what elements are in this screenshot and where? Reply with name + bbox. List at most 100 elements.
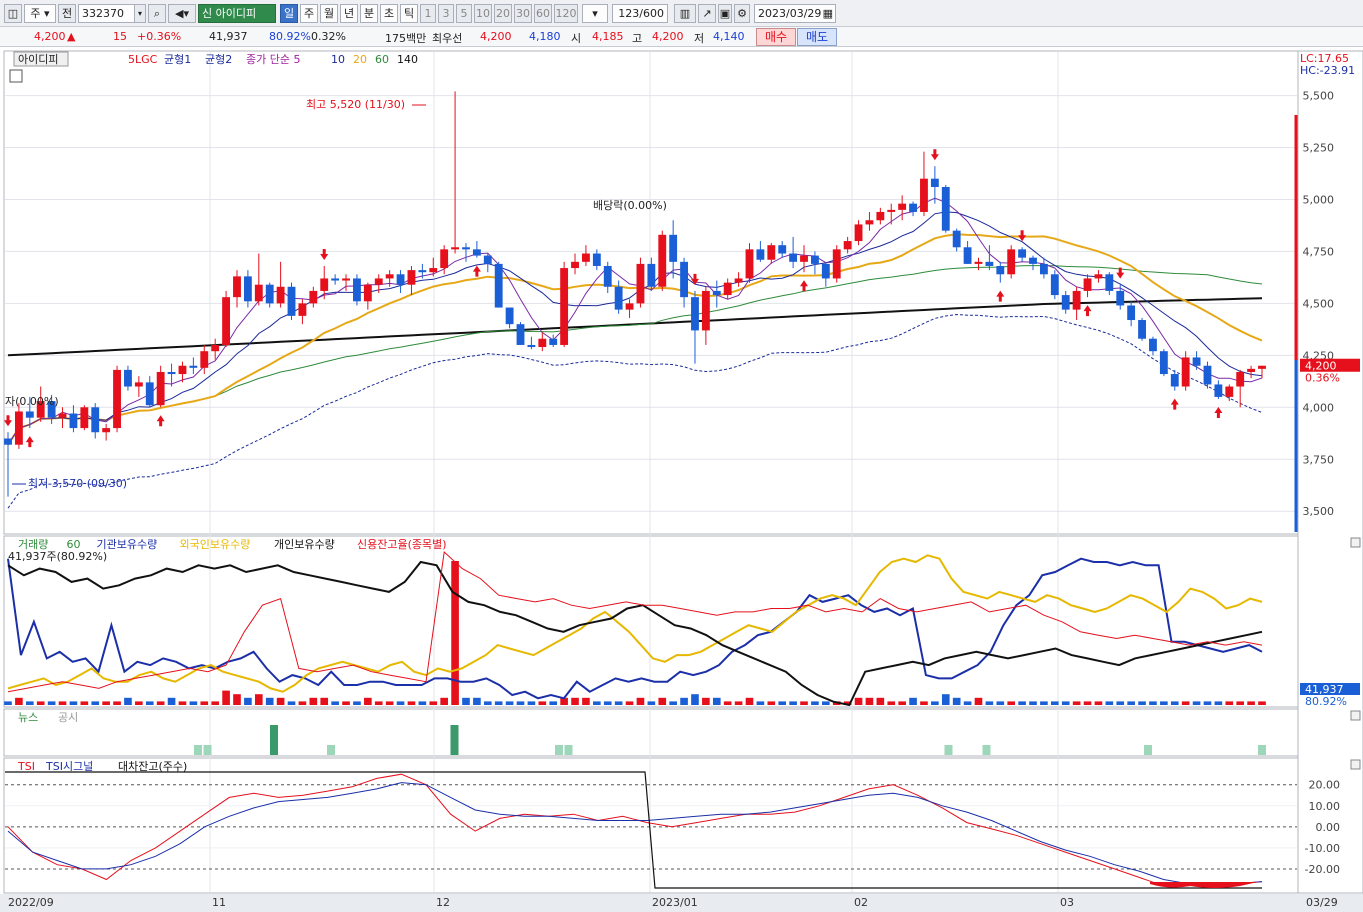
volume-bar — [102, 701, 110, 705]
period-day[interactable]: 일 — [280, 4, 298, 23]
minute-120[interactable]: 120 — [554, 4, 578, 23]
candle-down — [1138, 320, 1146, 339]
count-input[interactable]: 123/600 — [612, 4, 668, 23]
volume-bar — [1247, 701, 1255, 705]
news-bar — [1144, 745, 1152, 755]
custom-period-select[interactable]: ▾ — [582, 4, 608, 23]
volume-bar — [778, 701, 787, 705]
volume-bar — [342, 701, 350, 705]
dividend-annotation: 배당락(0.00%) — [593, 199, 667, 212]
tsi-tick-label: 20.00 — [1309, 779, 1341, 792]
candle-up — [451, 247, 460, 250]
news-bar — [555, 745, 563, 755]
news-legend-item: 뉴스 — [18, 711, 38, 724]
tsi-legend-item: TSI시그널 — [45, 760, 93, 773]
candle-down — [189, 365, 198, 368]
minute-5[interactable]: 5 — [456, 4, 472, 23]
price-tick-label: 5,000 — [1303, 193, 1335, 206]
open-label: 시 — [571, 32, 582, 45]
volume-bar — [614, 701, 623, 705]
calendar-icon[interactable]: ▦ — [823, 5, 833, 22]
volume-bar — [47, 701, 56, 705]
volume-bar — [91, 701, 100, 705]
gear-icon[interactable]: ⚙ — [734, 4, 750, 23]
volume-bar — [996, 701, 1005, 705]
candle-down — [778, 245, 787, 254]
minute-1[interactable]: 1 — [420, 4, 436, 23]
minute-20[interactable]: 20 — [494, 4, 512, 23]
period-month[interactable]: 월 — [320, 4, 338, 23]
tsi-tick-label: -20.00 — [1305, 863, 1340, 876]
side-button[interactable]: 전 — [58, 4, 76, 23]
date-input[interactable]: 2023/03/29 ▦ — [754, 4, 836, 23]
volume-bar — [254, 694, 263, 705]
panel-close-icon[interactable] — [1350, 710, 1361, 721]
search-icon[interactable]: ⌕ — [148, 4, 166, 23]
speaker-icon[interactable]: ◀▾ — [168, 4, 196, 23]
minute-10[interactable]: 10 — [474, 4, 492, 23]
candle-up — [134, 382, 143, 387]
candle-down — [331, 278, 340, 281]
candle-up — [723, 282, 732, 296]
sell-button[interactable]: 매도 — [797, 28, 837, 46]
buy-button[interactable]: 매수 — [756, 28, 796, 46]
period-week[interactable]: 주 — [300, 4, 318, 23]
candle-down — [669, 234, 678, 262]
minute-60[interactable]: 60 — [534, 4, 552, 23]
candle-up — [429, 268, 438, 273]
period-minute[interactable]: 분 — [360, 4, 378, 23]
candle-down — [909, 203, 917, 212]
candle-down — [472, 249, 481, 256]
grid-toggle-icon[interactable] — [9, 69, 23, 83]
candle-up — [767, 245, 776, 260]
volume-bar — [1072, 701, 1081, 705]
x-axis-label: 02 — [854, 896, 868, 909]
high-annotation: 최고 5,520 (11/30) — [306, 98, 405, 111]
volume-legend-item: 외국인보유수량 — [180, 538, 251, 551]
low-annotation: 최저 3,570 (09/30) — [28, 477, 127, 490]
save-icon[interactable]: ▣ — [718, 4, 732, 23]
x-axis-label: 03/29 — [1306, 896, 1338, 909]
news-bar — [194, 745, 202, 755]
candle-down — [1159, 351, 1168, 375]
period-year[interactable]: 년 — [340, 4, 358, 23]
volume-bar — [1127, 701, 1135, 705]
candle-up — [920, 178, 928, 212]
news-bar — [564, 745, 573, 755]
market-select[interactable]: 주 ▾ — [24, 4, 56, 23]
x-axis-label: 2022/09 — [8, 896, 54, 909]
date-value: 2023/03/29 — [758, 7, 822, 20]
volume-bar — [603, 701, 612, 705]
bid-price: 4,180 — [529, 30, 561, 43]
candle-down — [4, 438, 12, 445]
candle-down — [287, 286, 296, 316]
draw-line-icon[interactable]: ↗ — [698, 4, 716, 23]
quote-bar: 4,200 ▲ 15 +0.36% 41,937 80.92% 0.32% 17… — [0, 27, 1363, 47]
volume-bar — [1040, 701, 1048, 705]
minute-30[interactable]: 30 — [514, 4, 532, 23]
volume-bar — [985, 701, 994, 705]
minute-3[interactable]: 3 — [438, 4, 454, 23]
period-tick[interactable]: 틱 — [400, 4, 418, 23]
dividend-annotation-left: 자(0.00%) — [5, 395, 59, 408]
candle-down — [592, 253, 601, 266]
volume-bar — [80, 701, 89, 705]
volume-bar — [549, 701, 558, 705]
volume-bar — [222, 690, 230, 705]
volume-bar — [473, 697, 481, 705]
period-second[interactable]: 초 — [380, 4, 398, 23]
volume-bar — [1116, 701, 1125, 705]
code-dropdown-icon[interactable]: ▾ — [134, 4, 146, 23]
volume-bar — [1105, 701, 1114, 705]
candle-type-icon[interactable]: ▥ — [674, 4, 696, 23]
stock-name-field[interactable]: 신 아이디피 — [198, 4, 276, 23]
candle-down — [789, 253, 798, 262]
chart-type-icon[interactable]: ◫ — [4, 4, 22, 23]
panel-close-icon[interactable] — [1350, 759, 1361, 770]
candle-up — [407, 270, 416, 285]
volume-bar — [1007, 701, 1016, 705]
volume-bar — [898, 701, 906, 705]
panel-close-icon[interactable] — [1350, 537, 1361, 548]
volume-bar — [1170, 701, 1179, 705]
candle-down — [1192, 357, 1201, 366]
